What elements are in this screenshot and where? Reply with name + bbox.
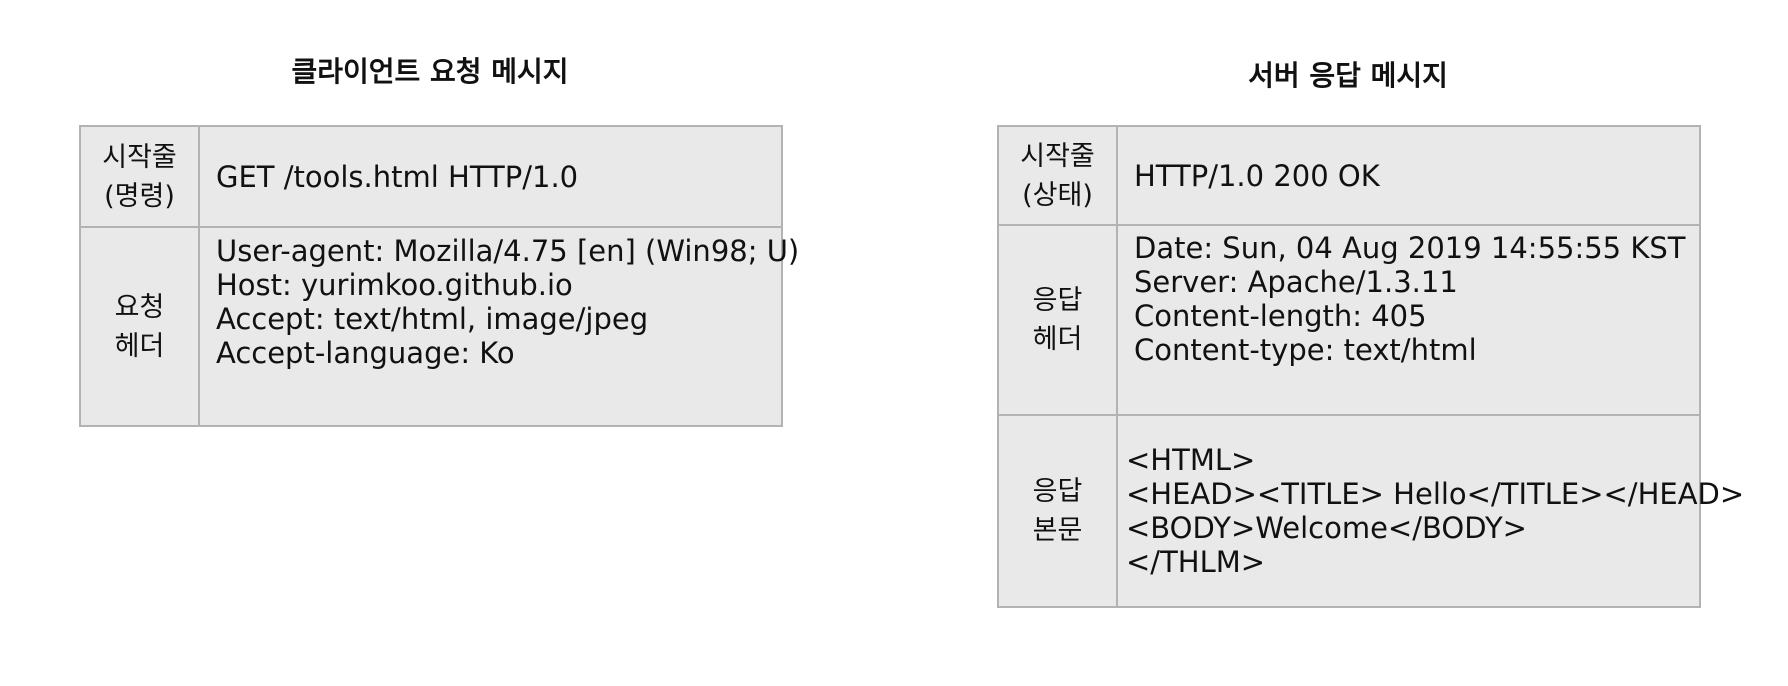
body-line: </THLM> [1126,545,1266,579]
header-line: Server: Apache/1.3.11 [1134,265,1458,299]
body-line: <BODY>Welcome</BODY> [1126,511,1527,545]
server-body-values: <HTML> <HEAD><TITLE> Hello</TITLE></HEAD… [1116,414,1745,608]
server-header-row: 응답 헤더 Date: Sun, 04 Aug 2019 14:55:55 KS… [997,224,1701,416]
client-start-line-label: 시작줄 (명령) [79,125,200,228]
request-line: GET /tools.html HTTP/1.0 [216,159,579,194]
client-request-title: 클라이언트 요청 메시지 [291,55,569,88]
header-line: Accept-language: Ko [216,336,515,370]
header-line: Content-type: text/html [1134,333,1477,367]
body-line: <HEAD><TITLE> Hello</TITLE></HEAD> [1126,477,1745,511]
label-line: 본문 [1032,515,1083,546]
label-line: (상태) [1022,179,1093,211]
client-header-label: 요청 헤더 [79,226,200,427]
server-response-title: 서버 응답 메시지 [1248,59,1448,92]
client-start-line-value: GET /tools.html HTTP/1.0 [198,125,783,228]
server-start-line-label: 시작줄 (상태) [997,125,1118,226]
body-line: <HTML> [1126,443,1256,477]
server-start-line-value: HTTP/1.0 200 OK [1116,125,1701,226]
label-line: 시작줄 [102,141,177,173]
client-start-line-row: 시작줄 (명령) GET /tools.html HTTP/1.0 [79,125,783,228]
label-line: 응답 [1032,476,1083,507]
server-header-values: Date: Sun, 04 Aug 2019 14:55:55 KST Serv… [1116,224,1701,416]
label-line: 요청 [114,291,165,323]
header-line: Accept: text/html, image/jpeg [216,302,649,336]
status-line: HTTP/1.0 200 OK [1134,158,1380,193]
client-header-row: 요청 헤더 User-agent: Mozilla/4.75 [en] (Win… [79,226,800,427]
header-line: Content-length: 405 [1134,299,1427,333]
label-line: 시작줄 [1020,140,1095,172]
client-header-values: User-agent: Mozilla/4.75 [en] (Win98; U)… [198,226,800,427]
client-request-table: 시작줄 (명령) GET /tools.html HTTP/1.0 요청 헤더 … [79,125,800,427]
server-response-table: 시작줄 (상태) HTTP/1.0 200 OK 응답 헤더 Date: Sun… [997,125,1745,608]
server-body-label: 응답 본문 [997,414,1118,608]
header-line: Host: yurimkoo.github.io [216,268,573,302]
server-header-label: 응답 헤더 [997,224,1118,416]
header-line: Date: Sun, 04 Aug 2019 14:55:55 KST [1134,231,1686,265]
server-body-row: 응답 본문 <HTML> <HEAD><TITLE> Hello</TITLE>… [997,414,1745,608]
label-line: (명령) [104,180,175,212]
label-line: 응답 [1032,285,1083,316]
label-line: 헤더 [1032,324,1083,355]
server-start-line-row: 시작줄 (상태) HTTP/1.0 200 OK [997,125,1701,226]
label-line: 헤더 [114,330,165,362]
header-line: User-agent: Mozilla/4.75 [en] (Win98; U) [216,234,800,268]
